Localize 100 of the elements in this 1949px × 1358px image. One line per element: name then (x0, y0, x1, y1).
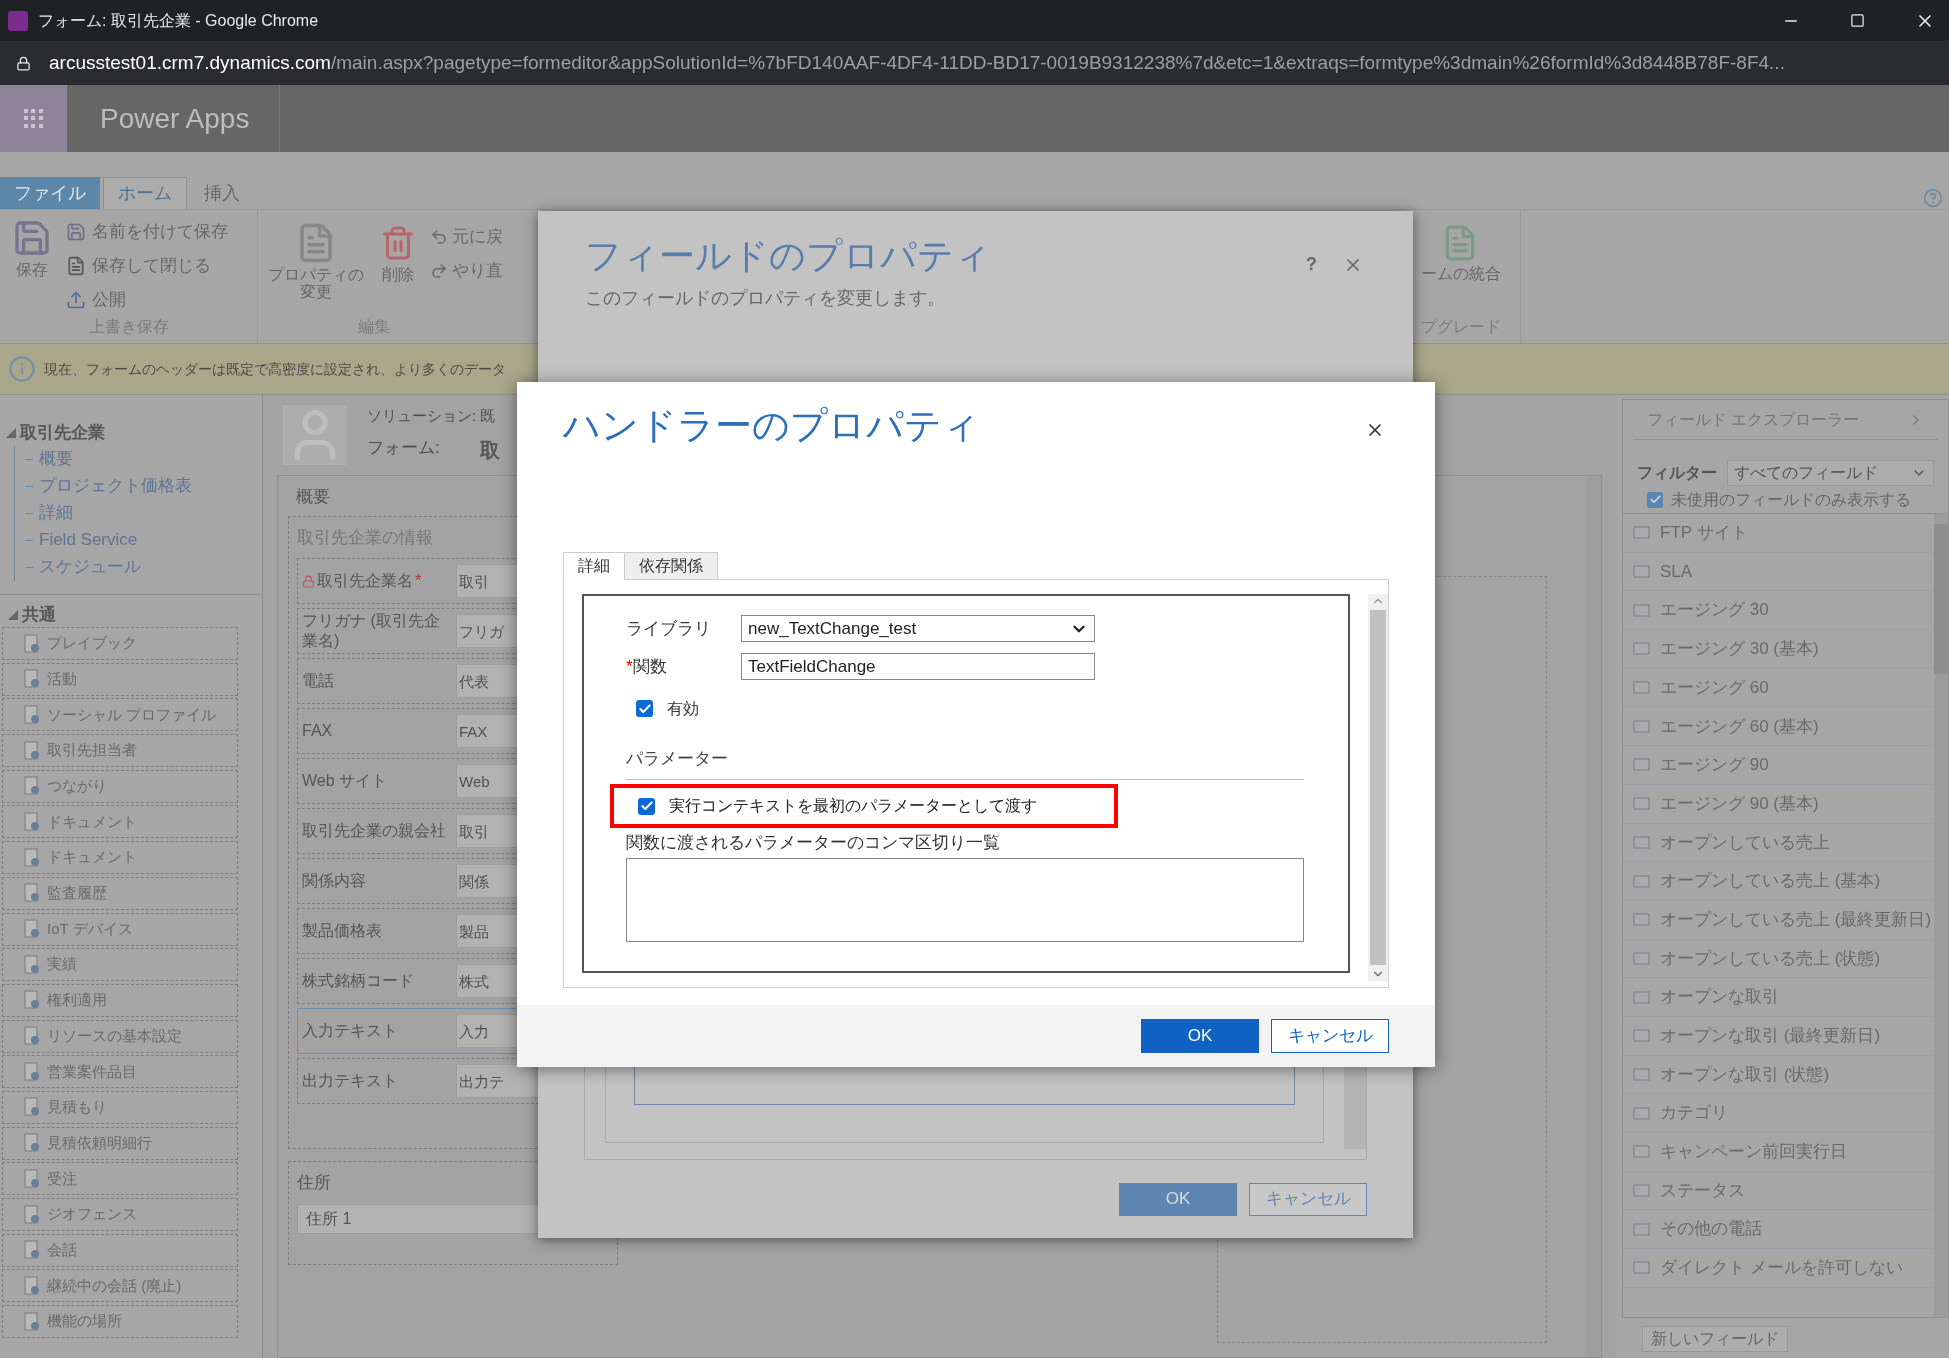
list-item[interactable]: 見積依頼明細行 (2, 1126, 238, 1160)
list-item[interactable]: 受注 (2, 1162, 238, 1196)
app-launcher-button[interactable] (0, 85, 67, 152)
item-label: エージング 30 (1660, 599, 1769, 622)
collapse-arrow-icon (8, 610, 18, 620)
ribbon-command[interactable]: やり直 (430, 256, 503, 286)
new-field-button[interactable]: 新しいフィールド (1642, 1326, 1788, 1352)
tree-heading[interactable]: 取引先企業 (20, 420, 105, 446)
field-icon (1633, 1183, 1650, 1199)
info-message: 現在、フォームのヘッダーは既定で高密度に設定され、より多くのデータ (44, 359, 506, 379)
list-item[interactable]: IoT デバイス (2, 912, 238, 946)
field-list-item[interactable]: エージング 60 (1623, 668, 1934, 708)
tree-item[interactable]: スケジュール (39, 554, 141, 580)
document-icon (23, 811, 41, 832)
list-item[interactable]: ドキュメント (2, 805, 238, 839)
checkbox[interactable] (1647, 491, 1663, 508)
save-as-icon (66, 221, 86, 242)
cancel-button[interactable]: キャンセル (1271, 1019, 1389, 1053)
list-item[interactable]: 会話 (2, 1233, 238, 1267)
help-button[interactable]: ? (1306, 251, 1317, 278)
item-label: ジオフェンス (47, 1204, 137, 1225)
list-item[interactable]: プレイブック (2, 627, 238, 660)
field-list-item[interactable]: オープンしている売上 (基本) (1623, 862, 1934, 901)
dialog-tab[interactable]: 依存関係 (625, 551, 718, 580)
filter-dropdown[interactable]: すべてのフィールド (1727, 460, 1934, 486)
field-list-item[interactable]: エージング 30 (1623, 591, 1934, 631)
tree-item[interactable]: プロジェクト価格表 (39, 473, 192, 499)
list-item[interactable]: つながり (2, 769, 238, 803)
field-list-item[interactable]: エージング 90 (基本) (1623, 784, 1934, 824)
list-item[interactable]: 権利適用 (2, 983, 238, 1017)
item-label: 権利適用 (47, 990, 107, 1011)
field-list-item[interactable]: エージング 30 (基本) (1623, 630, 1934, 669)
save-button[interactable]: 保存 (8, 216, 56, 315)
item-label: オープンな取引 (状態) (1660, 1063, 1830, 1086)
item-label: 取引先担当者 (47, 740, 137, 761)
field-list-item[interactable]: オープンしている売上 (最終更新日) (1623, 900, 1934, 940)
item-label: プレイブック (47, 633, 137, 654)
document-icon (23, 1133, 41, 1154)
document-icon (23, 633, 41, 654)
field-list-item[interactable]: オープンな取引 (状態) (1623, 1055, 1934, 1095)
ribbon-command[interactable]: 公開 (66, 284, 228, 315)
checkbox[interactable] (636, 700, 653, 717)
list-item[interactable]: 監査履歴 (2, 876, 238, 910)
ribbon-command[interactable]: ームの統合 (1421, 210, 1520, 286)
ribbon-command[interactable]: 元に戻 (430, 222, 503, 252)
ok-button[interactable]: OK (1141, 1019, 1259, 1053)
dialog-tab[interactable]: 詳細 (563, 551, 625, 580)
list-item[interactable]: 取引先担当者 (2, 734, 238, 768)
ok-button[interactable]: OK (1119, 1182, 1237, 1216)
dialog-title: ハンドラーのプロパティ (563, 404, 980, 448)
field-label: 入力テキスト (302, 1021, 398, 1041)
field-list-item[interactable]: カテゴリ (1623, 1094, 1934, 1133)
cancel-button[interactable]: キャンセル (1249, 1182, 1367, 1216)
ribbon-tab[interactable]: ファイル (0, 177, 100, 209)
list-item[interactable]: 継続中の会話 (廃止) (2, 1269, 238, 1303)
field-list-item[interactable]: エージング 60 (基本) (1623, 707, 1934, 747)
list-item[interactable]: 実績 (2, 948, 238, 982)
list-item[interactable]: ソーシャル プロファイル (2, 698, 238, 732)
list-item[interactable]: ジオフェンス (2, 1198, 238, 1231)
library-dropdown[interactable]: new_TextChange_test (741, 615, 1095, 642)
document-icon (23, 954, 41, 975)
field-list-item[interactable]: その他の電話 (1623, 1210, 1934, 1250)
field-list-item[interactable]: オープンな取引 (最終更新日) (1623, 1016, 1934, 1056)
item-label: FTP サイト (1660, 522, 1748, 545)
field-icon (1633, 950, 1650, 966)
field-list-item[interactable]: オープンな取引 (1623, 978, 1934, 1017)
tree-item[interactable]: Field Service (39, 527, 138, 553)
item-label: オープンしている売上 (1660, 831, 1830, 854)
checkbox[interactable] (638, 797, 655, 815)
tree-item[interactable]: 詳細 (39, 500, 73, 526)
ribbon-tab[interactable]: 挿入 (190, 177, 254, 209)
list-item[interactable]: ドキュメント (2, 841, 238, 875)
field-icon (1633, 873, 1650, 889)
ribbon-tab[interactable]: ホーム (103, 177, 187, 209)
list-item[interactable]: 機能の場所 (2, 1305, 238, 1339)
collapse-arrow-icon[interactable] (6, 427, 16, 438)
list-item[interactable]: 活動 (2, 662, 238, 696)
ribbon-command[interactable]: 削除 (374, 222, 422, 315)
field-list-item[interactable]: オープンしている売上 (状態) (1623, 939, 1934, 979)
field-list-item[interactable]: ダイレクト メールを許可しない (1623, 1249, 1934, 1288)
tree-item[interactable]: 概要 (39, 446, 73, 472)
field-list-item[interactable]: エージング 90 (1623, 746, 1934, 785)
scrollbar-thumb[interactable] (1370, 609, 1386, 965)
ribbon-command[interactable]: 名前を付けて保存 (66, 216, 228, 247)
list-item[interactable]: 見積もり (2, 1090, 238, 1124)
field-list-item[interactable]: ステータス (1623, 1171, 1934, 1211)
field-list-item[interactable]: キャンペーン前回実行日 (1623, 1133, 1934, 1172)
input-field[interactable]: TextFieldChange (741, 653, 1095, 680)
document-icon (23, 1240, 41, 1261)
maximize-icon[interactable] (1850, 13, 1865, 28)
field-list-item[interactable]: オープンしている売上 (1623, 823, 1934, 863)
field-list-item[interactable]: FTP サイト (1623, 514, 1934, 553)
parameters-field[interactable] (626, 857, 1304, 942)
item-label: ステータス (1660, 1179, 1745, 1202)
list-item[interactable]: リソースの基本設定 (2, 1019, 238, 1053)
ribbon-command[interactable]: プロパティの変更 (266, 222, 366, 315)
ribbon-command[interactable]: 保存して閉じる (66, 250, 228, 281)
field-list-item[interactable]: SLA (1623, 552, 1934, 592)
field-label: 関数 (632, 655, 667, 678)
list-item[interactable]: 営業案件品目 (2, 1055, 238, 1089)
